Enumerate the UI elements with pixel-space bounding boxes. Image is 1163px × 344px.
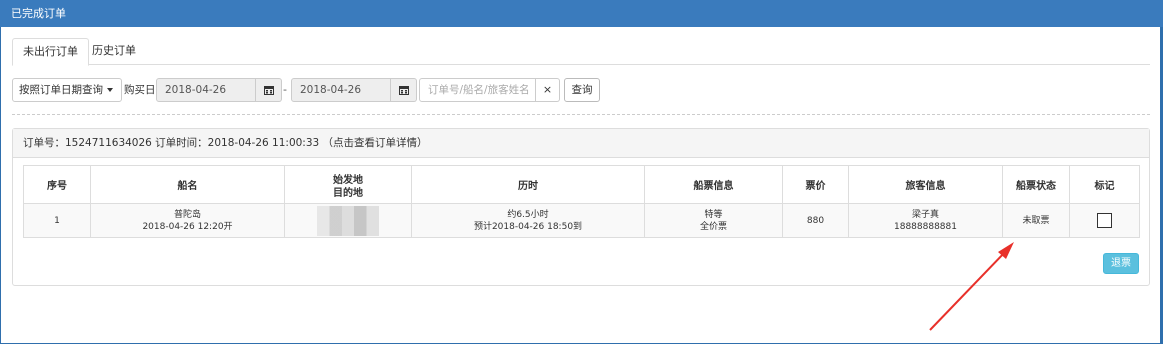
annotation-arrow bbox=[929, 242, 1014, 331]
